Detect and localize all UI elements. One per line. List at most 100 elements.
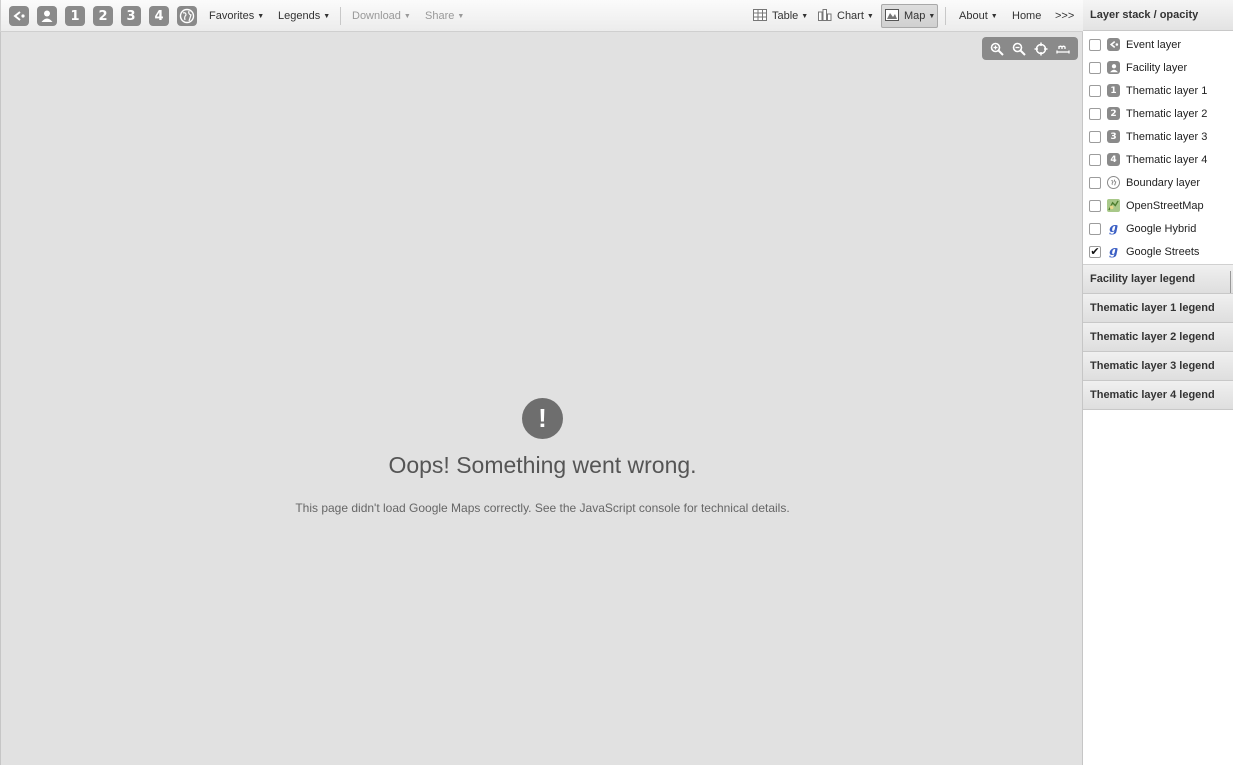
caret-down-icon: ▼ xyxy=(801,13,809,20)
favorites-menu[interactable]: Favorites ▼ xyxy=(209,0,264,32)
layer-label: Thematic layer 3 xyxy=(1126,130,1208,143)
layer-row-thematic-2[interactable]: 2 Thematic layer 2 xyxy=(1083,102,1233,125)
thematic-1-icon: 1 xyxy=(1107,84,1120,97)
about-menu[interactable]: About ▼ xyxy=(959,0,998,32)
layer-row-google-streets[interactable]: ✔ g Google Streets xyxy=(1083,240,1233,263)
layer-checkbox[interactable] xyxy=(1089,84,1101,97)
caret-down-icon: ▼ xyxy=(403,13,411,20)
caret-down-icon: ▼ xyxy=(323,13,331,20)
layer-row-event[interactable]: Event layer xyxy=(1083,33,1233,56)
expand-panel-button[interactable]: >>> xyxy=(1055,0,1074,32)
layer-checkbox-checked[interactable]: ✔ xyxy=(1089,245,1101,258)
event-icon xyxy=(13,11,25,21)
layer-checkbox[interactable] xyxy=(1089,176,1101,189)
thematic-2-icon: 2 xyxy=(1107,107,1120,120)
google-icon: g xyxy=(1108,244,1119,259)
table-menu[interactable]: Table ▼ xyxy=(753,0,808,32)
measure-button[interactable] xyxy=(1055,41,1071,57)
facility-icon xyxy=(41,10,53,22)
layer-row-thematic-4[interactable]: 4 Thematic layer 4 xyxy=(1083,148,1233,171)
layer-row-thematic-3[interactable]: 3 Thematic layer 3 xyxy=(1083,125,1233,148)
zoom-to-extent-button[interactable] xyxy=(1033,41,1049,57)
facility-legend-header[interactable]: Facility layer legend xyxy=(1083,265,1233,294)
share-label: Share xyxy=(425,10,455,22)
boundary-layer-button[interactable] xyxy=(177,6,197,26)
caret-down-icon: ▼ xyxy=(257,13,265,20)
layer-list: Event layer Facility layer 1 Thematic la… xyxy=(1083,31,1233,293)
layer-checkbox[interactable] xyxy=(1089,61,1101,74)
layer-label: Thematic layer 1 xyxy=(1126,84,1208,97)
layer-panel: Layer stack / opacity Event layer Facili… xyxy=(1083,0,1233,765)
caret-down-icon: ▼ xyxy=(990,13,998,20)
layer-label: Facility layer xyxy=(1126,61,1188,74)
zoom-out-button[interactable] xyxy=(1011,41,1027,57)
event-icon xyxy=(1107,38,1120,51)
layer-row-facility[interactable]: Facility layer xyxy=(1083,56,1233,79)
caret-down-icon: ▼ xyxy=(866,13,874,20)
ruler-icon xyxy=(1056,45,1070,53)
layer-checkbox[interactable] xyxy=(1089,199,1101,212)
toolbar-separator xyxy=(340,7,341,25)
layer-label: Thematic layer 4 xyxy=(1126,153,1208,166)
layer-label: Event layer xyxy=(1126,38,1182,51)
map-area[interactable]: ! Oops! Something went wrong. This page … xyxy=(0,32,1083,765)
share-menu[interactable]: Share ▼ xyxy=(425,0,464,32)
layer-checkbox[interactable] xyxy=(1089,130,1101,143)
thematic-4-icon: 4 xyxy=(1107,153,1120,166)
error-icon: ! xyxy=(522,398,563,439)
osm-icon xyxy=(1107,199,1120,212)
toolbar: 1 2 3 4 Favorites ▼ Legends ▼ Download ▼ Sh… xyxy=(0,0,1083,32)
caret-down-icon: ▼ xyxy=(928,13,936,20)
thematic-3-legend-header[interactable]: Thematic layer 3 legend xyxy=(1083,352,1233,381)
caret-down-icon: ▼ xyxy=(457,13,465,20)
map-menu[interactable]: Map ▼ xyxy=(885,0,935,32)
legends-menu[interactable]: Legends ▼ xyxy=(278,0,330,32)
toolbar-separator xyxy=(945,7,946,25)
home-button[interactable]: Home xyxy=(1012,0,1041,32)
chart-icon xyxy=(818,9,832,21)
crosshair-icon xyxy=(1034,42,1048,55)
layer-checkbox[interactable] xyxy=(1089,222,1101,235)
map-controls xyxy=(982,37,1078,60)
favorites-label: Favorites xyxy=(209,10,255,22)
layer-row-boundary[interactable]: Boundary layer xyxy=(1083,171,1233,194)
table-label: Table xyxy=(772,10,799,22)
chart-label: Chart xyxy=(837,10,864,22)
globe-icon xyxy=(179,8,195,24)
layer-row-thematic-1[interactable]: 1 Thematic layer 1 xyxy=(1083,79,1233,102)
chart-menu[interactable]: Chart ▼ xyxy=(818,0,874,32)
about-label: About xyxy=(959,10,988,22)
thematic-2-legend-header[interactable]: Thematic layer 2 legend xyxy=(1083,323,1233,352)
layer-label: OpenStreetMap xyxy=(1126,199,1204,212)
table-icon xyxy=(753,9,767,21)
facility-layer-button[interactable] xyxy=(37,6,57,26)
layer-checkbox[interactable] xyxy=(1089,107,1101,120)
map-icon xyxy=(885,9,899,21)
layer-label: Google Hybrid xyxy=(1126,222,1197,235)
layer-row-openstreetmap[interactable]: OpenStreetMap xyxy=(1083,194,1233,217)
thematic-4-legend-header[interactable]: Thematic layer 4 legend xyxy=(1083,381,1233,410)
download-menu[interactable]: Download ▼ xyxy=(352,0,411,32)
thematic-layer-3-button[interactable]: 3 xyxy=(121,6,141,26)
layer-checkbox[interactable] xyxy=(1089,38,1101,51)
thematic-layer-2-button[interactable]: 2 xyxy=(93,6,113,26)
zoom-in-button[interactable] xyxy=(989,41,1005,57)
map-label: Map xyxy=(904,10,926,22)
layer-row-google-hybrid[interactable]: g Google Hybrid xyxy=(1083,217,1233,240)
thematic-3-icon: 3 xyxy=(1107,130,1120,143)
layer-label: Boundary layer xyxy=(1126,176,1200,189)
layer-label: Thematic layer 2 xyxy=(1126,107,1208,120)
google-icon: g xyxy=(1108,221,1119,236)
thematic-layer-1-button[interactable]: 1 xyxy=(65,6,85,26)
layer-checkbox[interactable] xyxy=(1089,153,1101,166)
event-layer-button[interactable] xyxy=(9,6,29,26)
error-message: This page didn't load Google Maps correc… xyxy=(295,501,790,515)
thematic-layer-4-button[interactable]: 4 xyxy=(149,6,169,26)
facility-icon xyxy=(1107,61,1120,74)
layer-stack-header[interactable]: Layer stack / opacity xyxy=(1083,0,1233,31)
thematic-1-legend-header[interactable]: Thematic layer 1 legend xyxy=(1083,294,1233,323)
legends-label: Legends xyxy=(278,10,321,22)
layer-label: Google Streets xyxy=(1126,245,1200,258)
boundary-icon xyxy=(1107,176,1120,189)
zoom-in-icon xyxy=(990,42,1004,56)
